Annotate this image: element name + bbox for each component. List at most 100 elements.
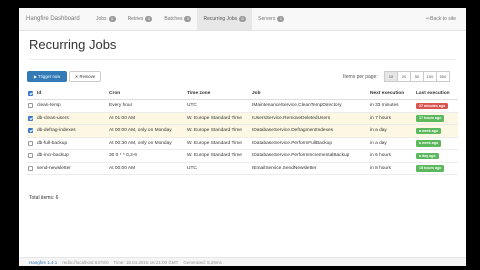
select-all-checkbox[interactable]: [28, 90, 33, 96]
header-job: Job: [252, 90, 261, 96]
next-execution: in 6 hours: [370, 153, 392, 159]
batches-count-badge: 0: [184, 16, 192, 22]
job-cron: Every hour: [109, 103, 133, 109]
last-execution-badge[interactable]: a week ago: [416, 127, 442, 134]
nav-retries-label: Retries: [127, 16, 144, 22]
trigger-now-button[interactable]: ▶ Trigger now: [27, 71, 67, 82]
nav-jobs-label: Jobs: [96, 16, 107, 22]
page-size-option[interactable]: 100: [423, 71, 437, 82]
row-checkbox[interactable]: [28, 115, 33, 121]
brand-link[interactable]: Hangfire Dashboard: [26, 8, 80, 30]
main-nav: Jobs 0 Retries 0 Batches 0 Recurring Jobs 6 …: [90, 8, 290, 30]
page-footer: Hangfire 1.4.1 redis://localhost:6379/0 …: [19, 257, 466, 266]
table-row[interactable]: db-clean-users At 01:00 AM W. Europe Stand…: [27, 112, 458, 125]
nav-recurring-jobs-label: Recurring Jobs: [203, 16, 238, 22]
job-id: db-defrag-indexes: [37, 128, 76, 134]
job-cron: At 00:00 AM: [109, 165, 136, 171]
nav-recurring-jobs[interactable]: Recurring Jobs 6: [197, 8, 253, 30]
job-id: send-newsletter: [37, 165, 71, 171]
header-id: Id: [37, 90, 42, 96]
version-link[interactable]: Hangfire 1.4.1: [29, 260, 57, 265]
last-execution-badge[interactable]: a week ago: [416, 140, 442, 147]
row-select-cell: [28, 125, 33, 137]
table-row[interactable]: db-defrag-indexes At 00:00 AM, only on Mo…: [27, 125, 458, 138]
next-execution: in 33 minutes: [370, 103, 399, 109]
last-execution-badge[interactable]: 15 hours ago: [416, 165, 445, 172]
job-method[interactable]: IMaintenanceService.CleanTempDirectory: [252, 100, 342, 112]
generation-time: Generated: 5,28ms: [183, 260, 222, 265]
row-checkbox[interactable]: [28, 165, 33, 171]
job-timezone: UTC: [187, 103, 197, 109]
row-checkbox[interactable]: [28, 103, 33, 109]
back-to-site-link[interactable]: ⇐Back to site: [426, 8, 456, 30]
last-execution-badge[interactable]: a day ago: [416, 152, 439, 159]
last-execution-cell: a week ago: [416, 125, 442, 137]
job-cron: At 00:30 AM, only on Monday: [109, 140, 172, 146]
row-select-cell: [28, 100, 33, 112]
table-row[interactable]: clean-temp Every hour UTC IMaintenanceServi…: [27, 100, 458, 113]
last-execution-cell: 37 minutes ago: [416, 100, 449, 112]
job-cron: At 00:00 AM, only on Monday: [109, 128, 172, 134]
job-method[interactable]: IEmailService.SendNewsletter: [252, 163, 317, 175]
header-timezone: Time zone: [187, 90, 211, 96]
next-execution: in 7 hours: [370, 115, 392, 121]
remove-button[interactable]: ✕ Remove: [69, 71, 101, 82]
job-timezone: UTC: [187, 165, 197, 171]
job-timezone: W. Europe Standard Time: [187, 153, 242, 159]
row-select-cell: [28, 163, 33, 175]
nav-batches[interactable]: Batches 0: [158, 8, 197, 30]
row-select-cell: [28, 138, 33, 150]
row-select-cell: [28, 113, 33, 125]
back-to-site-label: Back to site: [430, 16, 456, 22]
table-row[interactable]: send-newsletter At 00:00 AM UTC IEmailServi…: [27, 163, 458, 175]
job-id: db-incr-backup: [37, 153, 69, 159]
redis-connection: redis://localhost:6379/0: [62, 260, 109, 265]
header-next-execution: Next execution: [370, 90, 405, 96]
header-last-execution: Last execution: [416, 90, 450, 96]
header-cron: Cron: [109, 90, 121, 96]
last-execution-badge[interactable]: 17 hours ago: [416, 115, 445, 122]
row-checkbox[interactable]: [28, 128, 33, 134]
title-divider: [29, 59, 456, 60]
nav-jobs[interactable]: Jobs 0: [90, 8, 122, 30]
job-timezone: W. Europe Standard Time: [187, 115, 242, 121]
last-execution-badge[interactable]: 37 minutes ago: [416, 102, 449, 109]
nav-servers-label: Servers: [258, 16, 276, 22]
servers-count-badge: 1: [277, 16, 285, 22]
server-time: Time: 18.04.2015 16:21:00 GMT: [113, 260, 179, 265]
row-select-cell: [28, 150, 33, 162]
job-id: db-full-backup: [37, 140, 68, 146]
items-per-page-selector: 10 20 50 100 500: [384, 71, 450, 82]
nav-batches-label: Batches: [164, 16, 183, 22]
last-execution-cell: 17 hours ago: [416, 113, 445, 125]
page-size-option[interactable]: 50: [410, 71, 424, 82]
last-execution-cell: 15 hours ago: [416, 163, 445, 175]
page-size-option[interactable]: 500: [436, 71, 450, 82]
job-method[interactable]: IDatabaseService.PerformFullBackup: [252, 138, 332, 150]
recurring-count-badge: 6: [239, 16, 247, 22]
trigger-now-label: Trigger now: [38, 74, 61, 79]
jobs-count-badge: 0: [108, 16, 116, 22]
table-body: clean-temp Every hour UTC IMaintenanceServi…: [27, 100, 458, 175]
page-size-option[interactable]: 10: [384, 71, 398, 82]
next-execution: in a day: [370, 140, 387, 146]
job-cron: At 01:00 AM: [109, 115, 136, 121]
retries-count-badge: 0: [145, 16, 153, 22]
nav-retries[interactable]: Retries 0: [122, 8, 159, 30]
page-size-option[interactable]: 20: [397, 71, 411, 82]
row-checkbox[interactable]: [28, 140, 33, 146]
job-method[interactable]: IDatabaseService.DefragmentIndexes: [252, 125, 333, 137]
table-row[interactable]: db-full-backup At 00:30 AM, only on Monda…: [27, 138, 458, 150]
job-timezone: W. Europe Standard Time: [187, 140, 242, 146]
nav-servers[interactable]: Servers 1: [252, 8, 290, 30]
footer-info: Hangfire 1.4.1 redis://localhost:6379/0 …: [29, 258, 222, 266]
page-title: Recurring Jobs: [29, 37, 117, 52]
table-row[interactable]: db-incr-backup 30 0 * * 0,2-6 W. Europe St…: [27, 150, 458, 163]
row-checkbox[interactable]: [28, 153, 33, 159]
table-header-row: Id Cron Time zone Job Next execution Las…: [27, 87, 458, 100]
job-method[interactable]: IDatabaseService.PerformIncrementalBacku…: [252, 150, 349, 162]
video-frame: Hangfire Dashboard Jobs 0 Retries 0 Batche…: [0, 0, 480, 270]
total-items: Total items: 6: [29, 195, 59, 201]
job-id: db-clean-users: [37, 115, 69, 121]
job-method[interactable]: IUsersService.RemoveDeletedUsers: [252, 113, 330, 125]
